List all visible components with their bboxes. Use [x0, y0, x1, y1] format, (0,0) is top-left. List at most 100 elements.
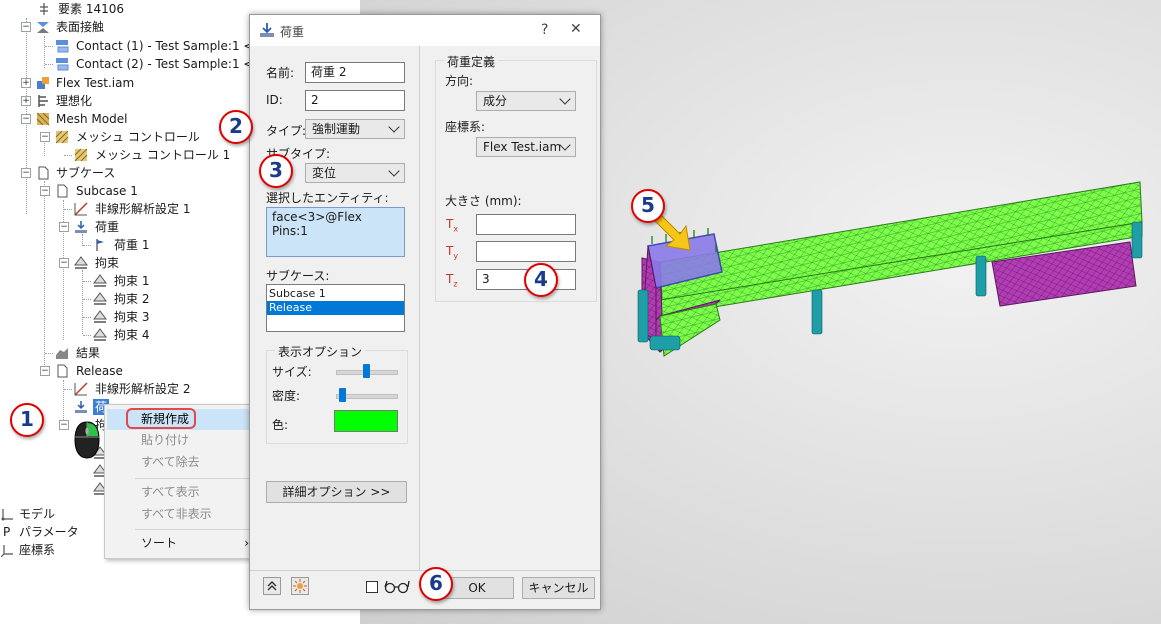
menu-item-new[interactable]: 新規作成	[107, 408, 259, 430]
tx-input[interactable]	[476, 214, 576, 235]
menu-item-paste[interactable]: 貼り付け	[107, 430, 259, 451]
direction-select[interactable]: 成分	[476, 91, 576, 111]
element-icon	[37, 2, 51, 16]
color-label: 色:	[272, 418, 289, 432]
id-label: ID:	[266, 93, 283, 107]
name-input[interactable]: 荷重 2	[305, 62, 405, 83]
results-icon	[55, 346, 69, 360]
size-label: サイズ:	[272, 365, 312, 379]
menu-separator	[135, 529, 257, 530]
model-icon	[1, 507, 15, 521]
constraint-icon	[74, 256, 88, 270]
constraint-icon	[93, 328, 107, 342]
menu-item-remove-all[interactable]: すべて除去	[107, 452, 259, 473]
document-icon	[55, 364, 69, 378]
subcase-label: サブケース:	[266, 269, 330, 283]
load-icon	[74, 220, 88, 234]
magnitude-label: 大きさ (mm):	[445, 194, 522, 208]
id-input[interactable]: 2	[305, 90, 405, 111]
double-chevron-up-icon	[267, 581, 277, 591]
glasses-icon	[383, 578, 411, 597]
dialog-title-bar: 荷重 ? ✕	[250, 15, 600, 46]
mesh-control-icon	[55, 130, 69, 144]
idealization-icon	[36, 94, 50, 108]
collapse-toggle[interactable]: −	[21, 168, 31, 178]
dialog-title: 荷重	[280, 25, 305, 39]
coordinate-select[interactable]: Flex Test.iam	[476, 137, 576, 157]
coordinate-system-icon	[0, 543, 15, 558]
collapse-toggle[interactable]: −	[21, 114, 31, 124]
menu-item-hide-all[interactable]: すべて非表示	[107, 504, 259, 525]
collapse-toggle[interactable]: −	[59, 222, 69, 232]
tree-item-model[interactable]: モデル	[0, 505, 100, 523]
context-menu: 新規作成 貼り付け すべて除去 すべて表示 すべて非表示 ソート ›	[104, 404, 262, 559]
load-icon	[74, 400, 88, 414]
callout-4: 4	[524, 263, 558, 297]
callout-5: 5	[631, 189, 665, 223]
load-dialog: 荷重 ? ✕ 名前: 荷重 2 ID: 2 タイプ: 強制運動 サブタイプ: 変…	[249, 14, 601, 610]
callout-2: 2	[219, 110, 253, 144]
selected-entity-label: 選択したエンティティ:	[266, 191, 389, 205]
chevron-down-icon	[388, 121, 400, 133]
subcase-list[interactable]: Subcase 1 Release	[266, 284, 405, 332]
chevron-down-icon	[388, 165, 400, 177]
nonlinear-settings-icon	[74, 202, 88, 216]
mesh-model-icon	[36, 112, 50, 126]
direction-label: 方向:	[445, 74, 474, 88]
help-button[interactable]: ?	[541, 22, 548, 38]
advanced-options-button[interactable]: 詳細オプション >>	[266, 481, 407, 503]
document-icon	[36, 166, 50, 180]
expand-toggle[interactable]: +	[21, 78, 31, 88]
collapse-toggle[interactable]: −	[40, 186, 50, 196]
collapse-toggle[interactable]: −	[40, 132, 50, 142]
collapse-toggle[interactable]: −	[40, 366, 50, 376]
collapse-toggle[interactable]: −	[59, 258, 69, 268]
nonlinear-settings-icon	[74, 382, 88, 396]
subcase-item[interactable]: Subcase 1	[267, 287, 404, 301]
callout-6: 6	[419, 567, 453, 601]
preview-button[interactable]	[291, 577, 309, 595]
menu-separator	[135, 478, 257, 479]
preview-checkbox[interactable]	[366, 581, 378, 593]
ty-input[interactable]	[476, 241, 576, 262]
collapse-toggle[interactable]: −	[21, 22, 31, 32]
highlight-frame	[126, 408, 196, 429]
selected-entity-list[interactable]: face<3>@Flex Pins:1	[266, 207, 405, 257]
document-icon	[55, 184, 69, 198]
subtype-select[interactable]: 変位	[305, 163, 405, 183]
callout-3: 3	[259, 154, 293, 188]
coordinate-label: 座標系:	[445, 120, 486, 134]
size-slider-thumb[interactable]	[363, 364, 370, 378]
pane-divider	[419, 46, 420, 570]
load-icon	[259, 22, 275, 41]
menu-item-sort[interactable]: ソート ›	[107, 533, 259, 554]
contact-pair-icon	[55, 39, 69, 53]
tree-item-parameters[interactable]: P パラメータ	[0, 523, 100, 541]
sun-icon	[293, 579, 307, 593]
mouse-right-click-icon	[72, 420, 102, 463]
ty-label: Ty	[446, 244, 459, 261]
expand-toggle[interactable]: +	[21, 96, 31, 106]
mesh-control-icon	[74, 148, 88, 162]
cancel-button[interactable]: キャンセル	[522, 577, 595, 599]
constraint-icon	[93, 274, 107, 288]
type-select[interactable]: 強制運動	[305, 119, 405, 139]
contact-icon	[36, 20, 50, 34]
density-label: 密度:	[272, 389, 301, 403]
collapse-toggle[interactable]: −	[59, 420, 69, 430]
tx-label: Tx	[446, 217, 459, 234]
callout-1: 1	[10, 403, 44, 437]
density-slider-thumb[interactable]	[339, 388, 346, 402]
name-label: 名前:	[266, 66, 295, 80]
assembly-icon	[36, 76, 50, 90]
menu-item-show-all[interactable]: すべて表示	[107, 482, 259, 503]
contact-pair-icon	[55, 57, 69, 71]
collapse-dialog-button[interactable]	[263, 577, 281, 595]
chevron-down-icon	[559, 93, 571, 105]
load-flag-icon	[93, 238, 107, 252]
subcase-item-selected[interactable]: Release	[267, 301, 404, 315]
constraint-icon	[93, 310, 107, 324]
color-swatch[interactable]	[334, 410, 398, 432]
close-button[interactable]: ✕	[570, 21, 582, 37]
tree-item-coordinate-systems[interactable]: 座標系	[0, 541, 100, 559]
